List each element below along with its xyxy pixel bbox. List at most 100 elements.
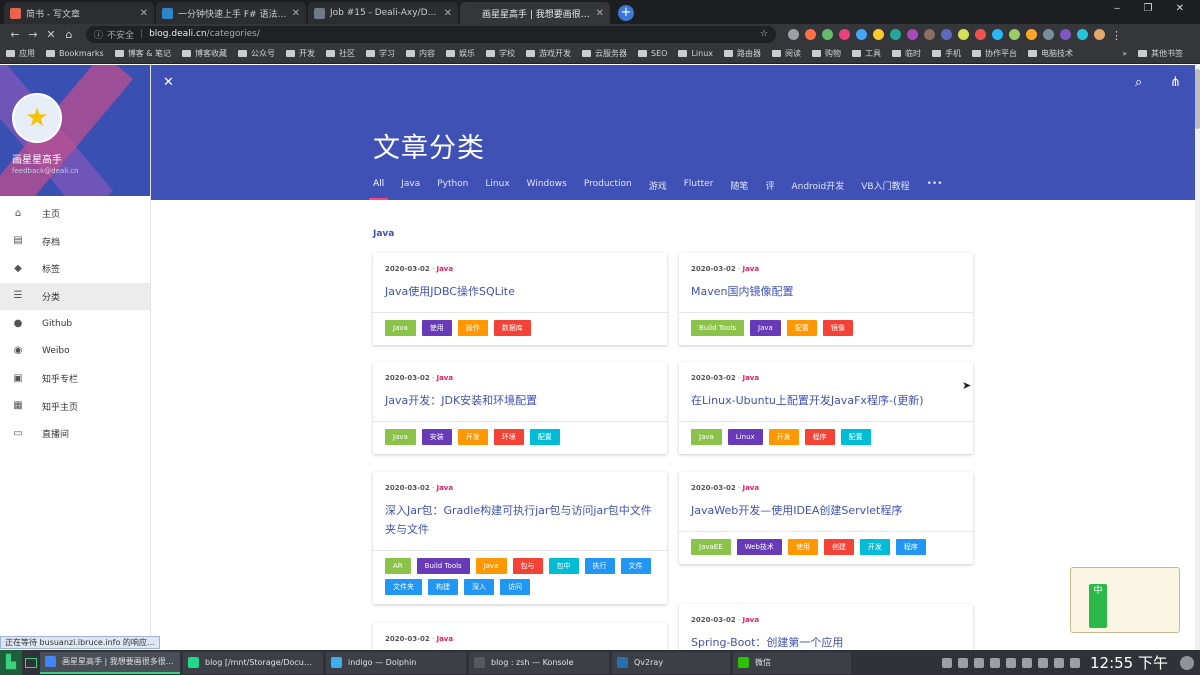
category-tab[interactable]: Flutter	[684, 179, 714, 200]
extension-icon[interactable]	[941, 28, 952, 40]
tag-chip[interactable]: Java	[691, 429, 722, 445]
search-icon[interactable]: ⌕	[1135, 75, 1142, 90]
tag-chip[interactable]: Java	[750, 320, 781, 336]
post-title[interactable]	[373, 643, 667, 650]
bookmark-item[interactable]: 电脑技术	[1028, 48, 1073, 59]
tag-chip[interactable]: 开发	[859, 539, 890, 555]
tag-chip[interactable]: 使用	[421, 320, 452, 336]
category-tab[interactable]: Windows	[527, 179, 567, 200]
tag-chip[interactable]: 文件	[620, 558, 651, 574]
category-tab[interactable]: 游戏	[649, 179, 667, 200]
close-tab-icon[interactable]: ✕	[292, 8, 300, 19]
browser-tab[interactable]: 画星星高手 | 我想要画很多很 ✕	[460, 2, 610, 24]
desktop-widget[interactable]: 中	[1070, 567, 1180, 633]
tray-icon[interactable]	[974, 657, 984, 668]
sidebar-item[interactable]: ◉ Weibo	[0, 338, 150, 366]
volume-icon[interactable]	[1054, 657, 1064, 668]
home-icon[interactable]: ⌂	[60, 28, 78, 41]
tag-chip[interactable]: 文件夹	[385, 579, 422, 595]
extension-icon[interactable]	[839, 28, 850, 40]
tray-icon[interactable]	[1006, 657, 1016, 668]
post-title[interactable]: JavaWeb开发—使用IDEA创建Servlet程序	[679, 492, 973, 520]
stop-icon[interactable]: ✕	[42, 28, 60, 41]
tag-chip[interactable]: 深入	[464, 579, 494, 595]
new-tab-button[interactable]: +	[618, 5, 634, 21]
taskbar-item[interactable]: indigo — Dolphin	[326, 651, 466, 674]
sidebar-item[interactable]: ☰ 分类	[0, 282, 150, 310]
extension-icon[interactable]	[1009, 28, 1020, 40]
extension-icon[interactable]	[890, 28, 901, 40]
bookmark-item[interactable]: 内容	[406, 48, 435, 59]
bookmarks-more-button[interactable]: »	[1122, 49, 1127, 58]
window-controls[interactable]: ‒ ❐ ✕	[1114, 3, 1194, 14]
bookmark-item[interactable]: SEO	[638, 49, 667, 58]
network-icon[interactable]	[1070, 657, 1080, 668]
category-tab[interactable]: •••	[927, 179, 943, 200]
post-title[interactable]: 深入Jar包：Gradle构建可执行jar包与访问jar包中文件夹与文件	[373, 492, 667, 539]
browser-tab[interactable]: 简书 - 写文章 ✕	[4, 2, 154, 24]
tag-chip[interactable]: 执行	[584, 558, 615, 574]
menu-kebab-icon[interactable]: ⋮	[1111, 29, 1122, 40]
bookmark-item[interactable]: 学校	[486, 48, 515, 59]
bookmark-item[interactable]: 博客 & 笔记	[114, 48, 171, 59]
post-title[interactable]: Java开发：JDK安装和环境配置	[373, 382, 667, 410]
bookmark-item[interactable]: 博客收藏	[182, 48, 227, 59]
tag-chip[interactable]: 安装	[421, 429, 452, 445]
post-category[interactable]: Java	[436, 265, 453, 273]
category-tab[interactable]: VB入门教程	[861, 179, 909, 200]
sidebar-item[interactable]: ▤ 存档	[0, 228, 150, 256]
tag-chip[interactable]: Linux	[727, 429, 763, 445]
bookmark-item[interactable]: 公众号	[238, 48, 275, 59]
bookmark-item[interactable]: 路由器	[724, 48, 761, 59]
category-tab[interactable]: All	[368, 179, 389, 200]
show-desktop-icon[interactable]	[22, 650, 40, 675]
tray-icon[interactable]	[958, 657, 968, 668]
bookmark-item[interactable]: 手机	[932, 48, 961, 59]
taskbar-item[interactable]: 微信	[733, 651, 851, 674]
avatar[interactable]: ★	[12, 93, 62, 143]
bookmark-item[interactable]: 临时	[892, 48, 921, 59]
tag-chip[interactable]: Build Tools	[691, 320, 745, 336]
tag-chip[interactable]: 配置	[786, 320, 817, 336]
tag-chip[interactable]: 操作	[457, 320, 488, 336]
scrollbar-thumb[interactable]	[1195, 69, 1200, 129]
tag-chip[interactable]: AR	[385, 558, 411, 574]
extension-icon[interactable]	[788, 28, 799, 40]
bookmark-item[interactable]: Linux	[678, 49, 713, 58]
post-category[interactable]: Java	[436, 484, 453, 492]
post-category[interactable]: Java	[436, 635, 453, 643]
author-email[interactable]: feedback@deali.cn	[12, 167, 79, 175]
extension-icon[interactable]	[1043, 28, 1054, 40]
category-tab[interactable]: 随笔	[730, 179, 748, 200]
bookmark-item[interactable]: 购物	[812, 48, 841, 59]
profile-avatar-icon[interactable]	[1094, 28, 1105, 40]
extension-icon[interactable]	[856, 28, 867, 40]
post-category[interactable]: Java	[742, 616, 759, 624]
browser-tab[interactable]: 一分钟快速上手 F# 语法 - 网上 ✕	[156, 2, 306, 24]
bookmark-item[interactable]: 应用	[6, 48, 35, 59]
category-tab[interactable]: Production	[584, 179, 632, 200]
power-icon[interactable]	[1180, 655, 1194, 670]
tag-chip[interactable]: Java	[475, 558, 507, 574]
bookmark-item[interactable]: 学习	[366, 48, 395, 59]
taskbar-item[interactable]: blog : zsh — Konsole	[469, 651, 609, 674]
start-menu-icon[interactable]: ▙	[0, 650, 22, 675]
extension-icon[interactable]	[805, 28, 816, 40]
tag-chip[interactable]: 环境	[493, 429, 524, 445]
tag-chip[interactable]: 开发	[457, 429, 488, 445]
address-bar[interactable]: ⓘ 不安全 | blog.deali.cn/categories/ ☆	[86, 25, 776, 43]
sidebar-item[interactable]: ● Github	[0, 310, 150, 338]
close-tab-icon[interactable]: ✕	[140, 8, 148, 19]
bookmark-item[interactable]: 云服务器	[582, 48, 627, 59]
tag-chip[interactable]: 程序	[804, 429, 835, 445]
extension-icon[interactable]	[958, 28, 969, 40]
back-icon[interactable]: ←	[6, 28, 24, 41]
post-title[interactable]: Spring-Boot：创建第一个应用	[679, 624, 973, 650]
close-tab-icon[interactable]: ✕	[596, 8, 604, 19]
sidebar-item[interactable]: ◆ 标签	[0, 255, 150, 283]
forward-icon[interactable]: →	[24, 28, 42, 41]
taskbar-item[interactable]: 画星星高手 | 我想要画很多很...	[40, 651, 180, 674]
tag-chip[interactable]: Build Tools	[416, 558, 470, 574]
bookmark-item[interactable]: 工具	[852, 48, 881, 59]
post-title[interactable]: Maven国内镜像配置	[679, 273, 973, 301]
